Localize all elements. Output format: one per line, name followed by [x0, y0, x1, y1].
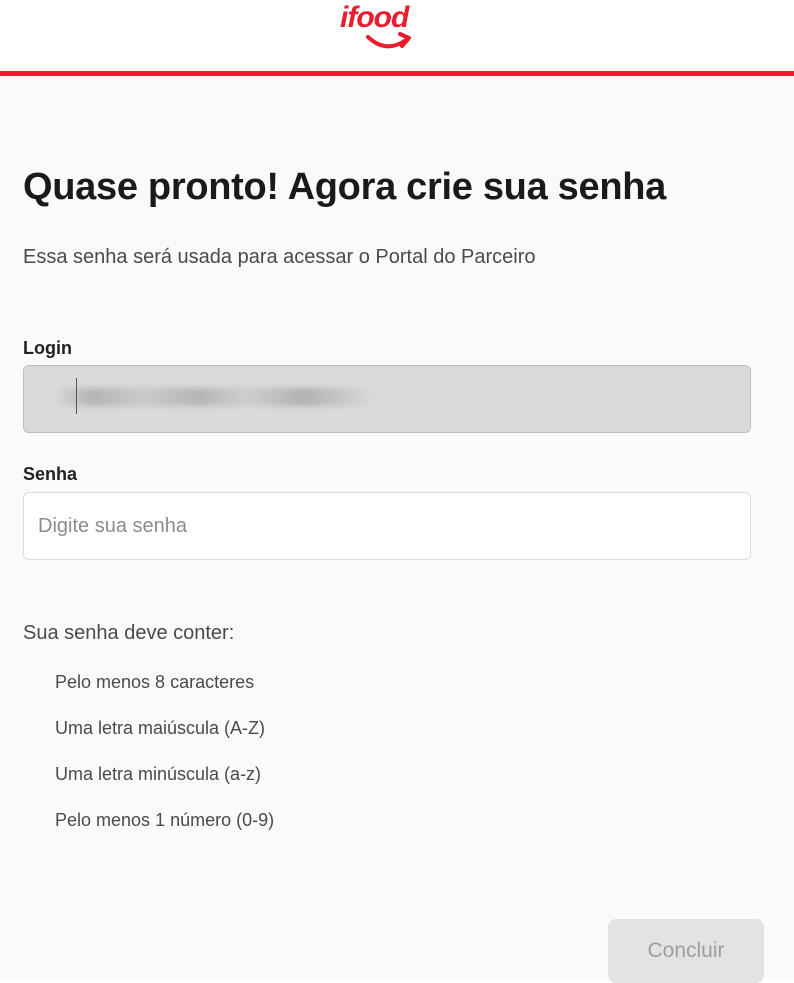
concluir-button[interactable]: Concluir: [608, 919, 764, 983]
password-input[interactable]: [23, 492, 751, 560]
login-label: Login: [23, 338, 72, 358]
requirements-title: Sua senha deve conter:: [23, 622, 235, 644]
main-content: Quase pronto! Agora crie sua senha Essa …: [0, 76, 794, 983]
requirement-number: Pelo menos 1 número (0-9): [55, 810, 275, 830]
text-caret: [76, 378, 77, 414]
page-subtitle: Essa senha será usada para acessar o Por…: [23, 246, 536, 268]
page-title: Quase pronto! Agora crie sua senha: [23, 166, 666, 208]
requirements-list: Pelo menos 8 caracteres Uma letra maiúsc…: [55, 670, 274, 854]
requirement-min-length: Pelo menos 8 caracteres: [55, 672, 255, 692]
login-value-redacted: [54, 388, 374, 406]
login-field[interactable]: [23, 365, 751, 433]
requirement-lowercase: Uma letra minúscula (a-z): [55, 764, 262, 784]
ifood-logo[interactable]: ifood: [340, 0, 436, 56]
requirement-uppercase: Uma letra maiúscula (A-Z): [55, 718, 266, 738]
senha-label: Senha: [23, 464, 78, 484]
logo-smile-icon: [366, 32, 411, 49]
header: ifood: [0, 0, 794, 76]
